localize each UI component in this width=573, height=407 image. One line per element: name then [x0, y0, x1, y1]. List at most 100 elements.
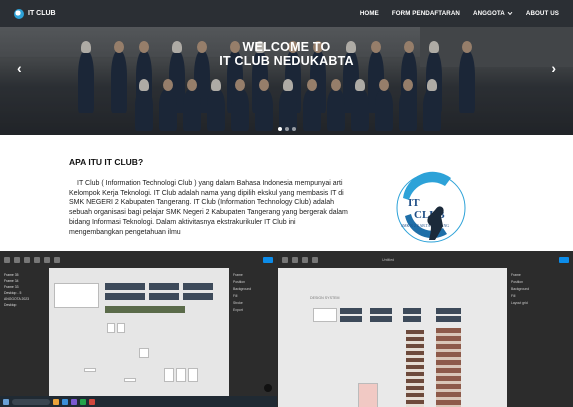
figma-window-left: Frame 35 Frame 34 Frame 33 Desktop - 5 A…: [0, 251, 277, 407]
it-club-logo: IT CLUB SMK N 2 KAB.TANGERANG: [396, 171, 466, 243]
hero-title-line1: WELCOME TO: [242, 40, 331, 54]
prop-label: Background: [233, 287, 252, 291]
about-section: APA ITU IT CLUB? IT Club ( Information T…: [0, 135, 573, 255]
hero-title-line2: IT CLUB NEDUKABTA: [219, 54, 354, 68]
prop-label: Fill: [233, 294, 238, 298]
club-logo-icon: [14, 8, 24, 19]
editor-screenshots: Frame 35 Frame 34 Frame 33 Desktop - 5 A…: [0, 251, 573, 407]
canvas-frame[interactable]: [117, 323, 125, 333]
canvas-frame[interactable]: [313, 308, 337, 322]
about-title: APA ITU IT CLUB?: [69, 157, 144, 167]
carousel-indicator[interactable]: [291, 127, 296, 131]
hero-carousel: WELCOME TO IT CLUB NEDUKABTA ‹ ›: [0, 27, 573, 135]
hero-title: WELCOME TO IT CLUB NEDUKABTA: [0, 40, 573, 68]
canvas-frame[interactable]: [84, 368, 96, 372]
canvas-frame[interactable]: [403, 316, 421, 322]
chevron-down-icon: [507, 11, 513, 16]
canvas-frame[interactable]: [149, 293, 179, 300]
nav-anggota[interactable]: ANGGOTA: [473, 10, 513, 17]
canvas-frame[interactable]: [340, 316, 362, 322]
layer-item[interactable]: Desktop: [4, 302, 45, 308]
share-button[interactable]: [263, 256, 273, 263]
menu-icon[interactable]: [4, 256, 10, 263]
canvas-frame[interactable]: [105, 293, 145, 300]
menu-icon[interactable]: [282, 256, 288, 263]
frame-tool-icon[interactable]: [24, 256, 30, 263]
navbar: IT CLUB HOME FORM PENDAFTARAN ANGGOTA AB…: [0, 0, 573, 27]
prop-label: Background: [511, 287, 530, 291]
canvas-frame[interactable]: [370, 316, 392, 322]
prop-label: Export: [233, 308, 243, 312]
canvas-frame[interactable]: [176, 368, 186, 382]
nav-home[interactable]: HOME: [360, 10, 379, 17]
canvas-frame[interactable]: [164, 368, 174, 382]
pen-tool-icon[interactable]: [44, 256, 50, 263]
canvas-frame[interactable]: [436, 308, 461, 314]
canvas-frame[interactable]: [188, 368, 198, 382]
editor-canvas[interactable]: [49, 268, 229, 396]
windows-start-icon[interactable]: [3, 398, 9, 405]
prop-label: Frame: [511, 273, 521, 277]
file-name[interactable]: Untitled: [382, 258, 394, 262]
prop-label: Position: [233, 280, 246, 284]
page: IT CLUB HOME FORM PENDAFTARAN ANGGOTA AB…: [0, 0, 573, 407]
canvas-frame[interactable]: [183, 283, 213, 290]
editor-canvas[interactable]: DESIGN SYSTEM: [278, 268, 507, 407]
move-tool-icon[interactable]: [292, 256, 298, 263]
taskbar-search[interactable]: [12, 398, 50, 405]
carousel-prev-icon[interactable]: ‹: [17, 60, 22, 76]
app-icon[interactable]: [89, 398, 95, 405]
canvas-frame[interactable]: [139, 348, 149, 358]
canvas-frame[interactable]: [340, 308, 362, 314]
properties-panel: Frame Position Background Fill Layout gr…: [507, 268, 573, 407]
app-icon[interactable]: [80, 398, 86, 405]
prop-label: Fill: [511, 294, 516, 298]
carousel-next-icon[interactable]: ›: [551, 60, 556, 76]
canvas-frame[interactable]: [107, 323, 115, 333]
file-explorer-icon[interactable]: [53, 398, 59, 405]
prop-label: Stroke: [233, 301, 243, 305]
prop-label: Layout grid: [511, 301, 528, 305]
prop-label: Frame: [233, 273, 243, 277]
prop-label: Position: [511, 280, 524, 284]
editor-toolbar: [0, 251, 277, 268]
help-icon[interactable]: [264, 384, 272, 392]
text-tool-icon[interactable]: [54, 256, 60, 263]
brand-label: IT CLUB: [28, 10, 56, 17]
canvas-frame[interactable]: [370, 308, 392, 314]
windows-taskbar: [0, 396, 277, 407]
carousel-indicators: [0, 127, 573, 131]
shape-tool-icon[interactable]: [312, 256, 318, 263]
shape-tool-icon[interactable]: [34, 256, 40, 263]
share-button[interactable]: [559, 256, 569, 263]
figma-window-right: Untitled DESIGN SYSTEM Frame Position Ba…: [278, 251, 573, 407]
properties-panel: Frame Position Background Fill Stroke Ex…: [229, 268, 277, 396]
canvas-frame[interactable]: [358, 383, 378, 407]
nav-links: HOME FORM PENDAFTARAN ANGGOTA ABOUT US: [360, 10, 559, 17]
canvas-frame[interactable]: [403, 308, 421, 314]
frame-tool-icon[interactable]: [302, 256, 308, 263]
canvas-frame[interactable]: [149, 283, 179, 290]
canvas-frame[interactable]: [436, 316, 461, 322]
canvas-frame[interactable]: [124, 378, 136, 382]
canvas-frame[interactable]: [105, 306, 185, 313]
canvas-frame[interactable]: [105, 283, 145, 290]
carousel-indicator[interactable]: [277, 127, 282, 131]
canvas-frame[interactable]: [406, 330, 424, 407]
browser-icon[interactable]: [62, 398, 68, 405]
figma-icon[interactable]: [71, 398, 77, 405]
move-tool-icon[interactable]: [14, 256, 20, 263]
brand[interactable]: IT CLUB: [14, 8, 56, 19]
nav-anggota-label: ANGGOTA: [473, 10, 505, 17]
canvas-frame[interactable]: [183, 293, 213, 300]
layers-panel: Frame 35 Frame 34 Frame 33 Desktop - 5 A…: [0, 268, 49, 396]
nav-form-pendaftaran[interactable]: FORM PENDAFTARAN: [392, 10, 460, 17]
nav-about-us[interactable]: ABOUT US: [526, 10, 559, 17]
canvas-frame[interactable]: [436, 328, 461, 407]
carousel-indicator[interactable]: [284, 127, 289, 131]
about-text: IT Club ( Information Technologi Club ) …: [69, 180, 348, 236]
editor-toolbar: Untitled: [278, 251, 573, 268]
canvas-label: DESIGN SYSTEM: [310, 296, 340, 300]
canvas-frame[interactable]: [54, 283, 99, 308]
logo-text-it: IT: [408, 197, 420, 209]
